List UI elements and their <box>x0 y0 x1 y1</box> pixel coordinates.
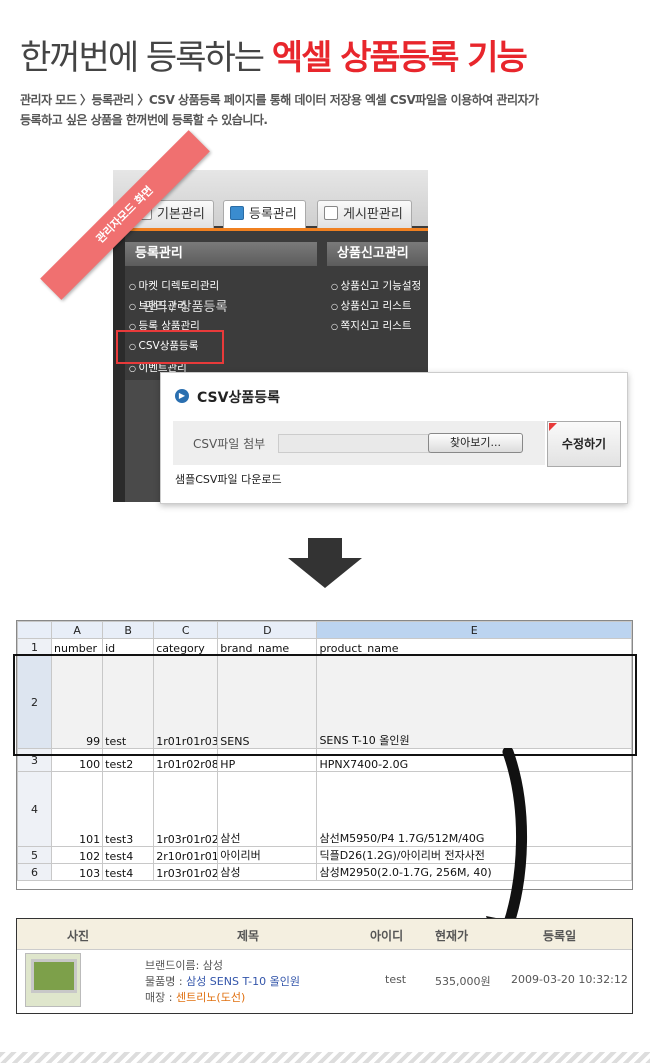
product-line: 물품명 : 삼성 SENS T-10 올인원 <box>145 973 300 989</box>
tab-label: 기본관리 <box>157 207 205 222</box>
browse-button[interactable]: 찾아보기... <box>428 433 523 453</box>
cell[interactable]: test4 <box>102 846 155 864</box>
cell[interactable]: category <box>153 638 219 656</box>
popup-title: CSV상품등록 <box>197 390 280 406</box>
header-user-id: 아이디 <box>370 929 404 943</box>
cell[interactable]: number <box>51 638 104 656</box>
column-header[interactable]: B <box>102 621 155 639</box>
menu-item-message-report-list[interactable]: 쪽지신고 리스트 <box>331 318 412 333</box>
cell[interactable]: 삼선M5950/P4 1.7G/512M/40G <box>316 771 632 847</box>
column-header-row: A B C D E <box>16 621 632 639</box>
cell[interactable]: product_name <box>316 638 632 656</box>
cell[interactable]: 1r03r01r02 <box>153 863 219 881</box>
shop-label: 매장 : <box>145 991 176 1004</box>
cell[interactable]: 102 <box>51 846 104 864</box>
admin-left-panel <box>113 231 125 502</box>
heading-highlight: 엑셀 상품등록 기능 <box>271 38 528 78</box>
file-path-input[interactable] <box>278 434 430 453</box>
csv-menu-highlight <box>116 330 224 364</box>
header-title: 제목 <box>237 929 260 943</box>
tab-arrow-icon <box>230 206 244 220</box>
tab-label: 게시판관리 <box>343 207 403 222</box>
column-header[interactable]: A <box>51 621 104 639</box>
header-price: 현재가 <box>435 929 469 943</box>
laptop-image <box>31 959 77 993</box>
brand-line: 브랜드이름: 삼성 <box>145 959 224 972</box>
cell[interactable]: 2r10r01r01 <box>153 846 219 864</box>
cell[interactable]: 103 <box>51 863 104 881</box>
row-number: 6 <box>16 863 53 881</box>
description-line-1: 관리자 모드 〉등록관리 〉CSV 상품등록 페이지를 통해 데이터 저장용 엑… <box>20 93 539 107</box>
current-price: 535,000원 <box>435 975 491 988</box>
description-line-2: 등록하고 싶은 상품을 한꺼번에 등록할 수 있습니다. <box>20 113 268 127</box>
tab-label: 등록관리 <box>249 207 297 222</box>
cell[interactable]: 삼성M2950(2.0-1.7G, 256M, 40) <box>316 863 632 881</box>
page-description: 관리자 모드 〉등록관리 〉CSV 상품등록 페이지를 통해 데이터 저장용 엑… <box>20 90 620 130</box>
cell[interactable]: 101 <box>51 771 104 847</box>
row-number: 5 <box>16 846 53 864</box>
cell[interactable]: test3 <box>102 771 155 847</box>
cell[interactable]: 딕플D26(1.2G)/아이리버 전자사전 <box>316 846 632 864</box>
header-date: 등록일 <box>543 929 577 943</box>
user-id: test <box>385 973 407 986</box>
attach-label: CSV파일 첨부 <box>193 437 266 451</box>
registered-date: 2009-03-20 10:32:12 <box>511 973 628 986</box>
product-name-link[interactable]: 삼성 SENS T-10 올인원 <box>186 975 300 988</box>
csv-upload-popup: ▶ CSV상품등록 CSV파일 첨부 찾아보기... 수정하기 샘플CSV파일 … <box>160 372 628 504</box>
menu-item-report-list[interactable]: 상품신고 리스트 <box>331 298 412 313</box>
tab-board[interactable]: 게시판관리 <box>317 200 412 229</box>
column-header[interactable]: D <box>217 621 318 639</box>
tab-register[interactable]: 등록관리 <box>223 200 306 229</box>
table-row: 1 number id category brand_name product_… <box>16 638 632 656</box>
cell[interactable]: 삼성 <box>217 863 318 881</box>
row-number: 1 <box>16 638 53 656</box>
orange-divider <box>113 228 428 231</box>
cell[interactable]: id <box>102 638 155 656</box>
column-header[interactable]: E <box>316 621 632 639</box>
corner-cell <box>16 621 53 639</box>
cell[interactable]: 아이리버 <box>217 846 318 864</box>
shop-line: 매장 : 센트리노(도선) <box>145 989 245 1005</box>
cell[interactable]: test4 <box>102 863 155 881</box>
result-header: 사진 제목 아이디 현재가 등록일 <box>17 919 632 950</box>
save-corner-marker <box>549 423 557 431</box>
down-arrow-icon <box>288 538 362 588</box>
heading-plain: 한꺼번에 등록하는 <box>20 38 272 78</box>
menu-item-report-settings[interactable]: 상품신고 기능설정 <box>331 278 422 293</box>
header-photo: 사진 <box>67 929 90 943</box>
tab-arrow-icon <box>324 206 338 220</box>
sample-csv-download-link[interactable]: 샘플CSV파일 다운로드 <box>175 471 282 487</box>
cell[interactable]: brand_name <box>217 638 318 656</box>
menu-head-register: 등록관리 <box>125 242 317 266</box>
selected-row-highlight <box>13 654 637 756</box>
page-heading: 한꺼번에 등록하는 엑셀 상품등록 기능 <box>20 30 528 79</box>
cell[interactable]: 1r03r01r02 <box>153 771 219 847</box>
product-label: 물품명 : <box>145 975 187 988</box>
bottom-divider <box>0 1052 650 1063</box>
menu-head-report: 상품신고관리 <box>327 242 428 266</box>
result-list: 사진 제목 아이디 현재가 등록일 브랜드이름: 삼성 물품명 : 삼성 SEN… <box>16 918 633 1014</box>
play-circle-icon: ▶ <box>175 389 189 403</box>
menu-item-market-directory[interactable]: 마켓 디렉토리관리 <box>129 278 220 293</box>
save-button[interactable]: 수정하기 <box>547 421 621 467</box>
shop-name-link[interactable]: 센트리노(도선) <box>176 991 245 1004</box>
cell[interactable]: 삼선 <box>217 771 318 847</box>
row-number: 4 <box>16 771 53 847</box>
ghost-breadcrumb: 관리 / 상품등록 <box>143 300 228 315</box>
column-header[interactable]: C <box>153 621 219 639</box>
